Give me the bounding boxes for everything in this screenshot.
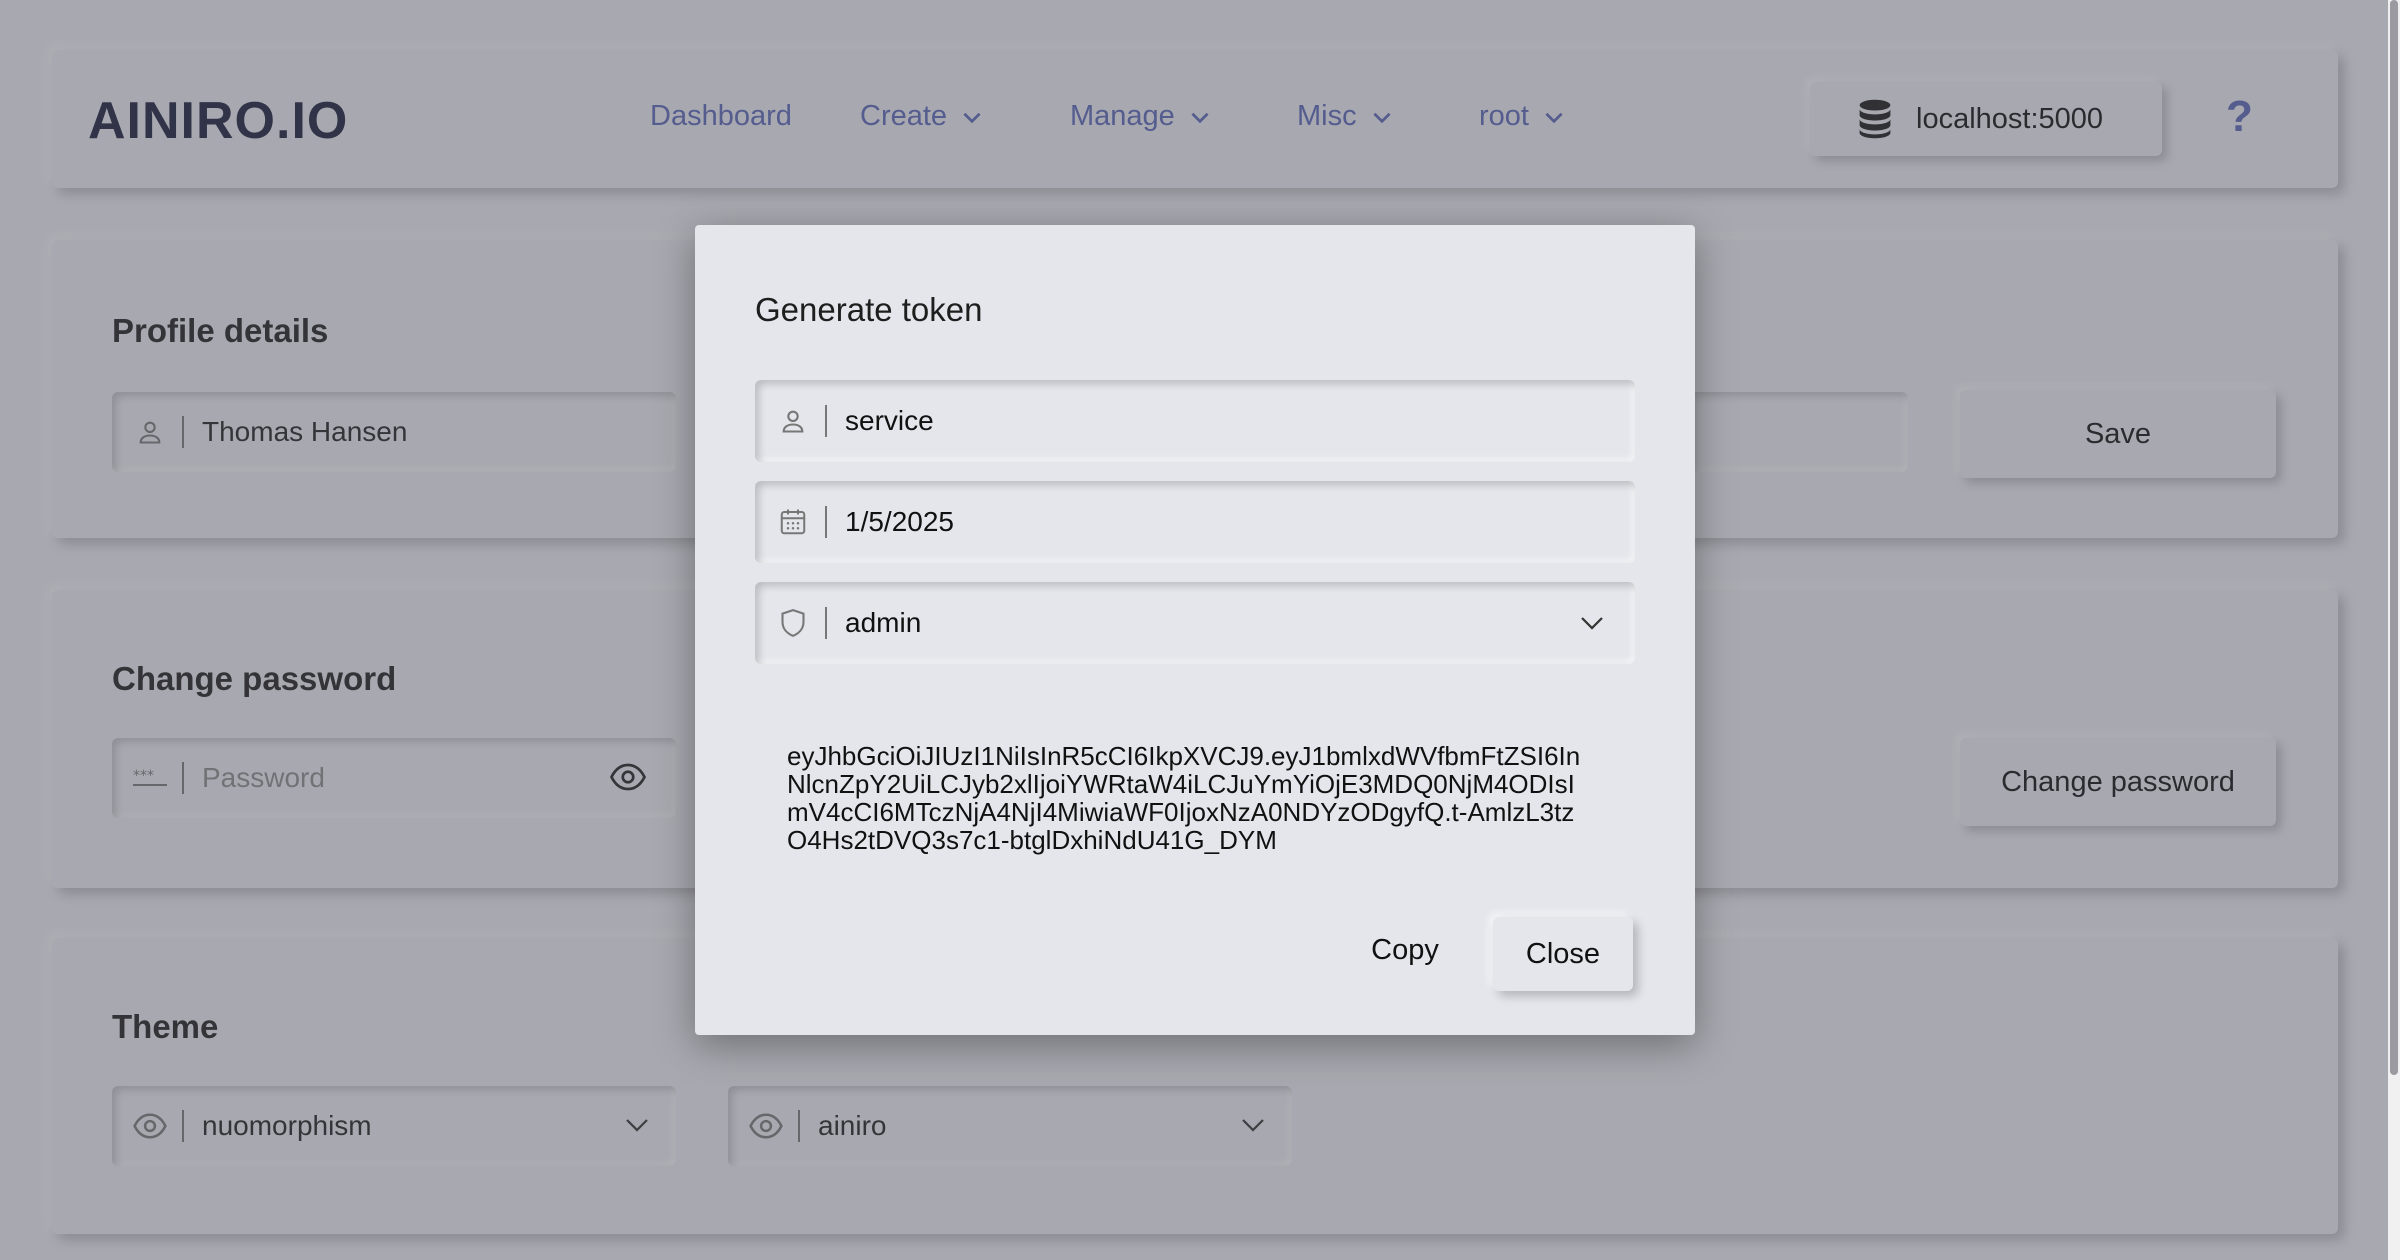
divider xyxy=(825,607,827,639)
generate-token-dialog: Generate token service 1/5/2025 admin ey… xyxy=(695,225,1695,1035)
token-output[interactable]: eyJhbGciOiJIUzI1NiIsInR5cCI6IkpXVCJ9.eyJ… xyxy=(787,742,1587,854)
shield-icon xyxy=(775,605,811,641)
dialog-title: Generate token xyxy=(755,291,983,328)
close-label: Close xyxy=(1525,937,1601,970)
username-field[interactable]: service xyxy=(755,380,1635,462)
calendar-icon xyxy=(775,504,811,540)
expiry-date-field[interactable]: 1/5/2025 xyxy=(755,481,1635,563)
close-button[interactable]: Close xyxy=(1493,917,1633,991)
username-value: service xyxy=(845,405,934,436)
divider xyxy=(825,506,827,538)
copy-label: Copy xyxy=(1371,933,1439,966)
expiry-value: 1/5/2025 xyxy=(845,506,954,537)
divider xyxy=(825,405,827,437)
chevron-down-icon xyxy=(1581,617,1603,630)
user-icon xyxy=(775,403,811,439)
role-value: admin xyxy=(845,607,922,638)
page: AINIRO.IO Dashboard Create Manage Misc r… xyxy=(0,0,2400,1260)
scrollbar-thumb[interactable] xyxy=(2390,0,2398,1075)
role-select[interactable]: admin xyxy=(755,582,1635,664)
copy-button[interactable]: Copy xyxy=(1350,915,1460,985)
